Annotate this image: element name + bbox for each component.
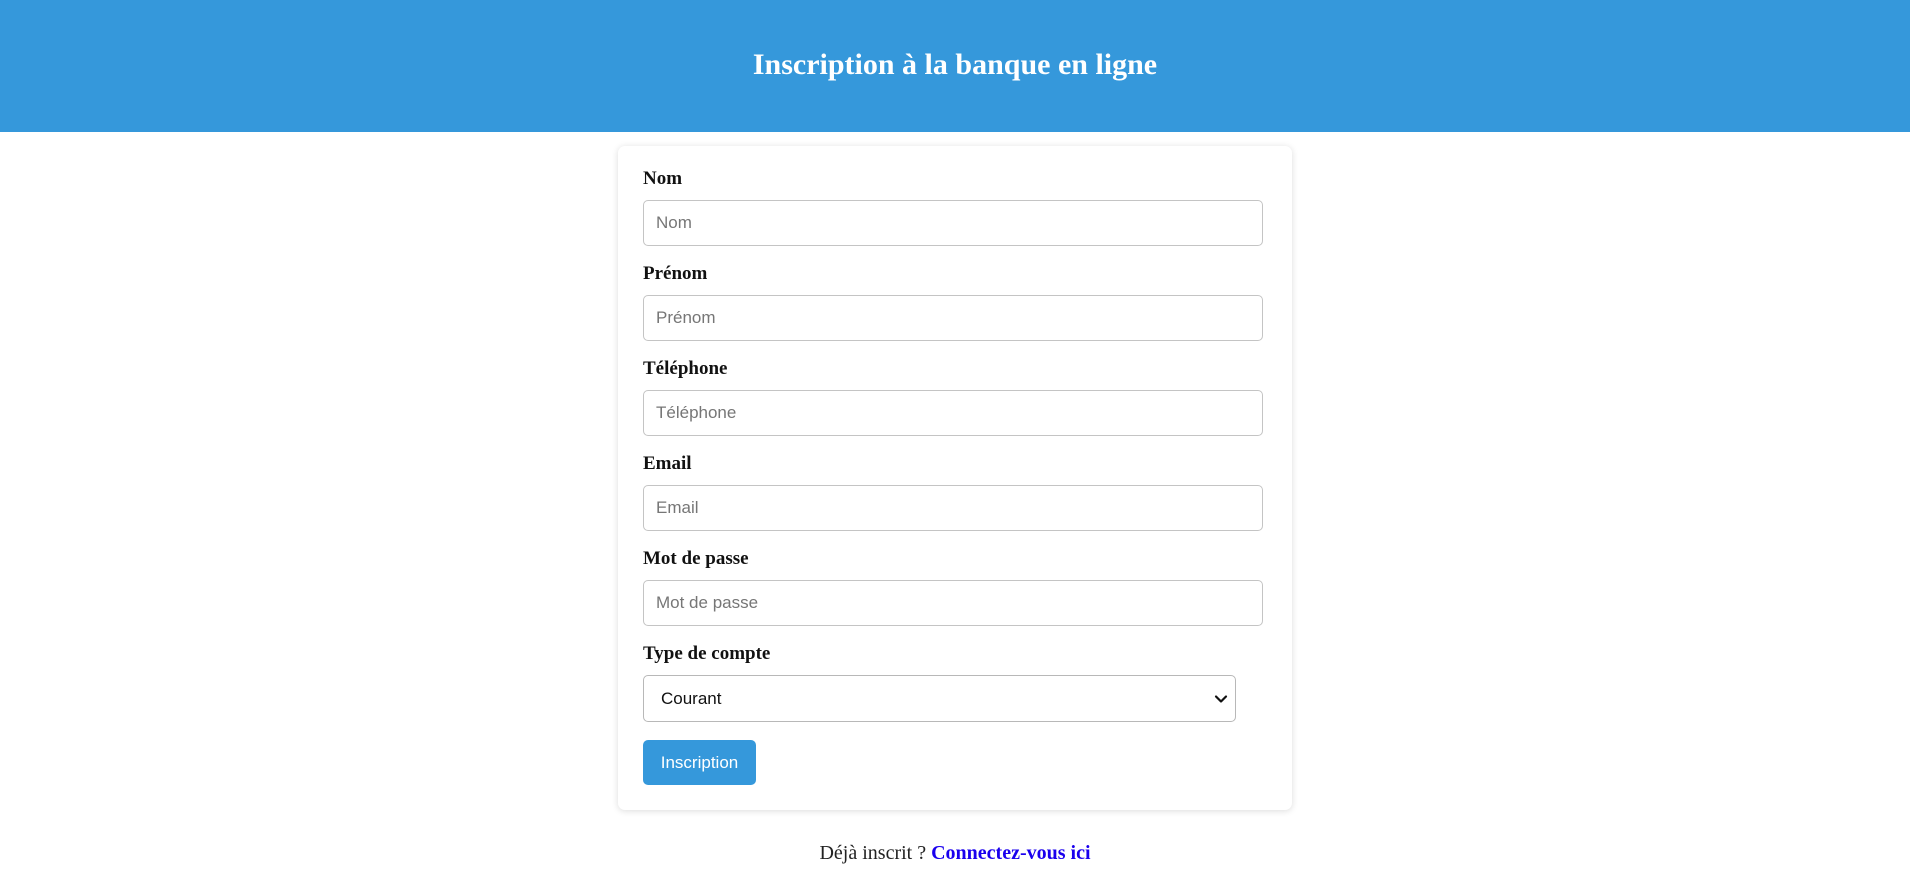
chevron-down-icon (1214, 694, 1228, 703)
nom-label: Nom (643, 168, 683, 189)
registration-form: Nom Prénom Téléphone Email Mot de passe … (618, 146, 1292, 810)
telephone-input[interactable] (643, 390, 1263, 436)
nom-input[interactable] (643, 200, 1263, 246)
login-prompt-text: Déjà inscrit ? (819, 842, 927, 864)
page-title: Inscription à la banque en ligne (752, 48, 1158, 81)
login-link[interactable]: Connectez-vous ici (931, 842, 1090, 864)
prenom-label: Prénom (643, 263, 708, 284)
inscription-button[interactable]: Inscription (643, 740, 756, 785)
login-prompt: Déjà inscrit ? Connectez-vous ici (0, 842, 1910, 865)
account-type-label: Type de compte (643, 643, 771, 664)
email-label: Email (643, 453, 692, 474)
account-type-selected-value: Courant (661, 688, 722, 708)
telephone-label: Téléphone (643, 358, 728, 379)
prenom-input[interactable] (643, 295, 1263, 341)
page-header: Inscription à la banque en ligne (0, 0, 1910, 132)
email-input[interactable] (643, 485, 1263, 531)
account-type-select[interactable]: Courant (643, 675, 1236, 722)
password-label: Mot de passe (643, 548, 749, 569)
password-input[interactable] (643, 580, 1263, 626)
